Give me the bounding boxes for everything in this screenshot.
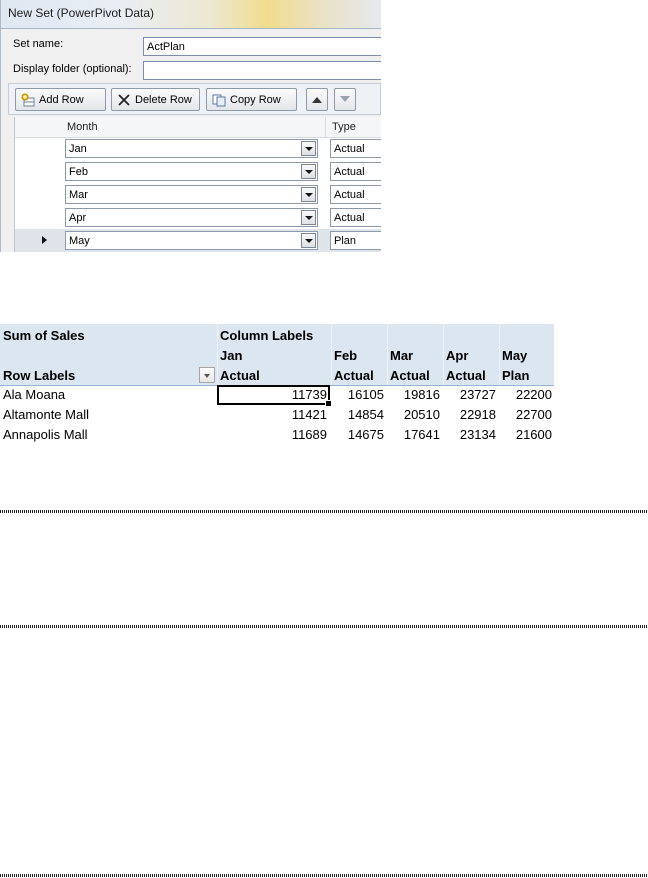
month-combo[interactable]: Feb bbox=[65, 162, 318, 181]
col-type-jan: Actual bbox=[220, 368, 260, 383]
filter-dropdown-icon[interactable] bbox=[199, 367, 215, 383]
move-down-button[interactable] bbox=[334, 88, 356, 111]
page-break-rule bbox=[0, 874, 648, 877]
dialog-titlebar: New Set (PowerPivot Data) bbox=[1, 0, 381, 29]
new-set-dialog: New Set (PowerPivot Data) Set name: ActP… bbox=[0, 0, 381, 252]
col-month-jan: Jan bbox=[220, 348, 243, 363]
column-labels-header[interactable]: Column Labels bbox=[220, 328, 313, 343]
chevron-down-icon[interactable] bbox=[301, 233, 316, 248]
col-type-may: Plan bbox=[502, 368, 530, 383]
grid-row[interactable]: Mar Actual bbox=[15, 183, 381, 206]
page-break-rule bbox=[0, 510, 648, 513]
column-header-month: Month bbox=[67, 121, 98, 133]
current-row-icon bbox=[42, 236, 47, 244]
value-cell[interactable]: 11421 bbox=[219, 407, 327, 422]
value-cell[interactable]: 23134 bbox=[443, 427, 496, 442]
display-folder-label: Display folder (optional): bbox=[13, 63, 132, 75]
value-cell[interactable]: 16105 bbox=[331, 387, 384, 402]
type-cell[interactable]: Plan bbox=[330, 231, 381, 250]
chevron-down-icon[interactable] bbox=[301, 141, 316, 156]
grid-row[interactable]: Apr Actual bbox=[15, 206, 381, 229]
row-label[interactable]: Altamonte Mall bbox=[3, 407, 89, 422]
value-cell[interactable]: 21600 bbox=[499, 427, 552, 442]
add-row-label: Add Row bbox=[39, 93, 84, 106]
set-toolbar: Add Row Delete Row Copy Row bbox=[8, 83, 381, 115]
row-labels-header[interactable]: Row Labels bbox=[3, 368, 75, 383]
set-name-label: Set name: bbox=[13, 38, 64, 50]
month-combo[interactable]: Mar bbox=[65, 185, 318, 204]
col-type-feb: Actual bbox=[334, 368, 374, 383]
month-value: May bbox=[69, 235, 90, 247]
delete-x-icon bbox=[117, 93, 131, 107]
add-row-button[interactable]: Add Row bbox=[15, 88, 106, 111]
dialog-title: New Set (PowerPivot Data) bbox=[8, 6, 155, 20]
grid-row-selected[interactable]: May Plan bbox=[15, 229, 381, 252]
value-cell[interactable]: 17641 bbox=[387, 427, 440, 442]
value-cell[interactable]: 14854 bbox=[331, 407, 384, 422]
delete-row-button[interactable]: Delete Row bbox=[111, 88, 200, 111]
value-cell[interactable]: 14675 bbox=[331, 427, 384, 442]
month-value: Mar bbox=[69, 189, 88, 201]
grid-row[interactable]: Feb Actual bbox=[15, 160, 381, 183]
value-cell[interactable]: 23727 bbox=[443, 387, 496, 402]
copy-row-button[interactable]: Copy Row bbox=[206, 88, 297, 111]
arrow-up-icon bbox=[312, 94, 322, 106]
delete-row-label: Delete Row bbox=[135, 93, 192, 106]
set-name-input[interactable]: ActPlan bbox=[143, 37, 381, 56]
col-month-may: May bbox=[502, 348, 528, 363]
col-type-mar: Actual bbox=[390, 368, 430, 383]
row-label[interactable]: Annapolis Mall bbox=[3, 427, 88, 442]
value-cell[interactable]: 22918 bbox=[443, 407, 496, 422]
grid-row[interactable]: Jan Actual bbox=[15, 137, 381, 160]
move-up-button[interactable] bbox=[306, 88, 328, 111]
row-label[interactable]: Ala Moana bbox=[3, 387, 65, 402]
set-grid: Month Type Jan Actual Feb Actual Mar Act… bbox=[14, 117, 381, 252]
value-cell[interactable]: 22700 bbox=[499, 407, 552, 422]
active-cell-cursor bbox=[217, 385, 332, 407]
value-cell[interactable]: 19816 bbox=[387, 387, 440, 402]
month-value: Feb bbox=[69, 166, 88, 178]
value-cell[interactable]: 11689 bbox=[219, 427, 327, 442]
month-value: Jan bbox=[69, 143, 87, 155]
add-row-icon bbox=[21, 93, 35, 107]
chevron-down-icon[interactable] bbox=[301, 164, 316, 179]
type-cell[interactable]: Actual bbox=[330, 139, 381, 158]
column-separator bbox=[325, 117, 326, 137]
col-month-mar: Mar bbox=[390, 348, 414, 363]
chevron-down-icon[interactable] bbox=[301, 187, 316, 202]
pivot-header: Sum of Sales Column Labels Jan Feb Mar A… bbox=[0, 324, 554, 386]
display-folder-input[interactable] bbox=[143, 61, 381, 80]
column-header-type: Type bbox=[332, 121, 356, 133]
type-cell[interactable]: Actual bbox=[330, 185, 381, 204]
month-value: Apr bbox=[69, 212, 87, 224]
pivot-table: Sum of Sales Column Labels Jan Feb Mar A… bbox=[0, 324, 554, 444]
col-month-feb: Feb bbox=[334, 348, 358, 363]
copy-icon bbox=[212, 93, 226, 107]
month-combo[interactable]: May bbox=[65, 231, 318, 250]
value-cell[interactable]: 20510 bbox=[387, 407, 440, 422]
chevron-down-icon[interactable] bbox=[301, 210, 316, 225]
col-month-apr: Apr bbox=[446, 348, 469, 363]
col-type-apr: Actual bbox=[446, 368, 486, 383]
value-cell[interactable]: 22200 bbox=[499, 387, 552, 402]
arrow-down-icon bbox=[340, 94, 350, 106]
grid-header: Month Type bbox=[15, 117, 381, 138]
type-cell[interactable]: Actual bbox=[330, 162, 381, 181]
values-label: Sum of Sales bbox=[3, 328, 85, 343]
month-combo[interactable]: Apr bbox=[65, 208, 318, 227]
copy-row-label: Copy Row bbox=[230, 93, 281, 106]
month-combo[interactable]: Jan bbox=[65, 139, 318, 158]
type-cell[interactable]: Actual bbox=[330, 208, 381, 227]
fill-handle[interactable] bbox=[325, 400, 332, 407]
page-break-rule bbox=[0, 625, 648, 628]
